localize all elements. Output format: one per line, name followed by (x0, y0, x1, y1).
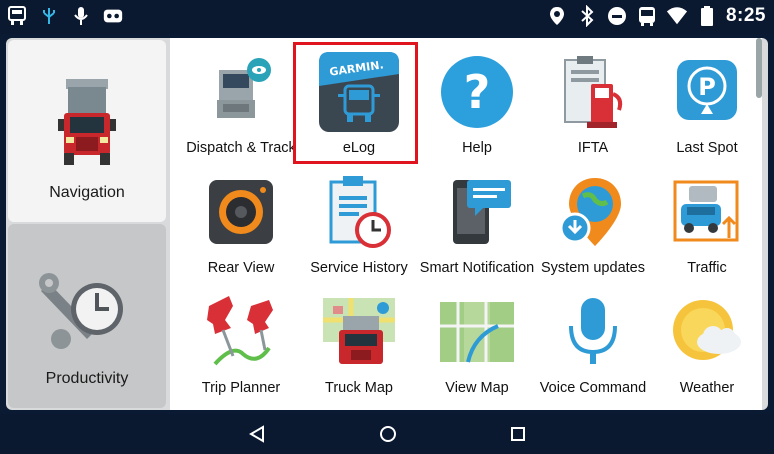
globe-download-icon (553, 172, 633, 252)
app-label: Help (462, 140, 492, 156)
app-help[interactable]: ? Help (418, 38, 536, 156)
app-label: Rear View (207, 260, 275, 276)
sidebar-item-label: Productivity (45, 370, 129, 387)
app-label: Weather (679, 380, 735, 396)
app-weather[interactable]: Weather (648, 278, 766, 396)
bluetooth-icon (576, 5, 598, 27)
app-service-history[interactable]: Service History (300, 158, 418, 276)
app-label: Traffic (687, 260, 727, 276)
app-voice-command[interactable]: Voice Command (534, 278, 652, 396)
scroll-indicator (756, 38, 762, 98)
do-not-disturb-icon (606, 5, 628, 27)
parking-pin-icon: P (667, 52, 747, 132)
traffic-cars-icon (667, 172, 747, 252)
app-ifta[interactable]: IFTA (534, 38, 652, 156)
app-smart-notification[interactable]: Smart Notification (418, 158, 536, 276)
recents-icon[interactable] (504, 422, 532, 446)
home-icon[interactable] (374, 422, 402, 446)
app-label: Trip Planner (201, 380, 281, 396)
navigation-bar (0, 414, 774, 454)
app-label: Truck Map (325, 380, 393, 396)
dispatch-truck-icon (201, 52, 281, 132)
app-traffic[interactable]: Traffic (648, 158, 766, 276)
app-truck-map[interactable]: Truck Map (300, 278, 418, 396)
help-question-icon: ? (437, 52, 517, 132)
app-dispatch-track[interactable]: Dispatch & Track (182, 38, 300, 156)
microphone-blue-icon (553, 292, 633, 372)
red-truck-icon (52, 77, 122, 174)
app-label: Dispatch & Track (186, 140, 296, 156)
sidebar-item-label: Navigation (49, 184, 125, 201)
voicemail-icon (102, 5, 124, 27)
svg-text:P: P (698, 73, 716, 101)
truck-icon (6, 5, 28, 27)
sidebar-item-productivity[interactable]: Productivity (8, 224, 166, 408)
location-pin-icon (546, 5, 568, 27)
usb-debug-icon (38, 5, 60, 27)
microphone-icon (70, 5, 92, 27)
ifta-fuel-icon (553, 52, 633, 132)
app-label: Voice Command (539, 380, 647, 396)
wifi-icon (666, 5, 688, 27)
truck-map-icon (319, 292, 399, 372)
wrench-clock-icon (39, 269, 135, 360)
battery-icon (696, 5, 718, 27)
rear-camera-icon (201, 172, 281, 252)
pushpins-icon (201, 292, 281, 372)
app-rear-view[interactable]: Rear View (182, 158, 300, 276)
app-label: IFTA (577, 140, 609, 156)
sidebar-item-navigation[interactable]: Navigation (8, 40, 166, 222)
app-label: System updates (541, 260, 645, 276)
app-view-map[interactable]: View Map (418, 278, 536, 396)
app-system-updates[interactable]: System updates (534, 158, 652, 276)
app-last-spot[interactable]: P Last Spot (648, 38, 766, 156)
status-bar: 8:25 (0, 0, 774, 34)
service-clipboard-icon (319, 172, 399, 252)
svg-text:?: ? (464, 65, 491, 119)
app-trip-planner[interactable]: Trip Planner (182, 278, 300, 396)
view-map-icon (437, 292, 517, 372)
app-label: Smart Notification (419, 260, 535, 276)
app-grid: Dispatch & Track GARMIN. eLog ? Help IFT… (170, 38, 762, 410)
bus-icon (636, 5, 658, 27)
back-icon[interactable] (243, 422, 271, 446)
status-time: 8:25 (725, 5, 766, 26)
elog-highlight-box (293, 42, 418, 164)
sun-cloud-icon (667, 292, 747, 372)
app-label: Service History (310, 260, 408, 276)
category-sidebar: Navigation Productivity (6, 38, 168, 410)
app-label: Last Spot (676, 140, 738, 156)
phone-message-icon (437, 172, 517, 252)
app-label: View Map (445, 380, 509, 396)
